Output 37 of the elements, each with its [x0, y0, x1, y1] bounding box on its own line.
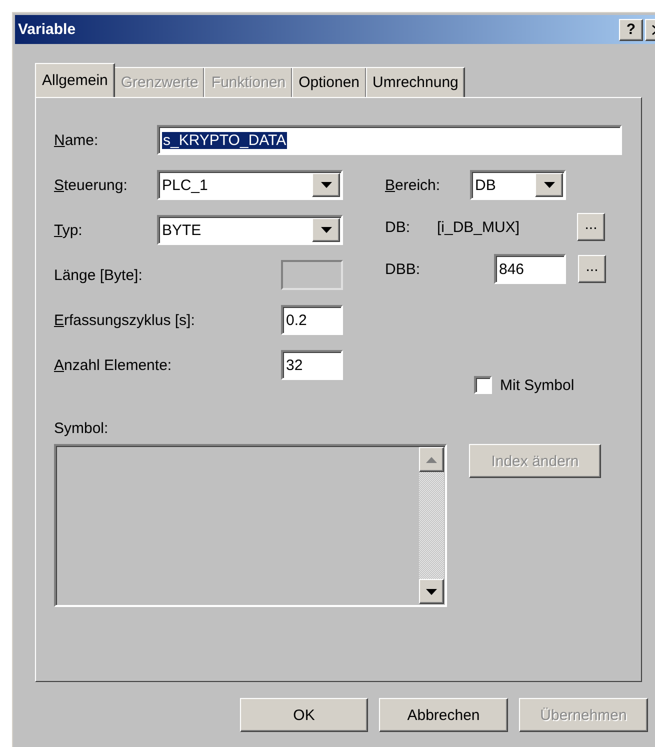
dropdown[interactable]: BYTE — [157, 215, 343, 245]
scroll-up-button[interactable] — [419, 447, 444, 472]
field-label: Bereich: — [385, 176, 442, 194]
field-label: Name: — [54, 132, 100, 148]
checkbox[interactable] — [474, 376, 492, 394]
field-label: Steuerung: — [54, 176, 128, 194]
dropdown[interactable]: DB — [470, 170, 566, 200]
tab[interactable]: Umrechnung — [366, 67, 466, 97]
scrollbar[interactable] — [419, 447, 444, 604]
field-label: DB: — [385, 218, 412, 236]
dropdown[interactable]: PLC_1 — [157, 170, 343, 200]
dropdown-arrow-icon — [544, 182, 554, 188]
window-title: Variable — [18, 21, 76, 38]
field-label: Symbol: — [54, 420, 110, 437]
scroll-down-button[interactable] — [419, 579, 444, 604]
field-label: Erfassungszyklus [s]: — [54, 312, 195, 328]
tab[interactable]: Allgemein — [35, 63, 115, 97]
dialog-button[interactable]: Abbrechen — [379, 698, 508, 732]
input-field[interactable]: 0.2 — [281, 305, 343, 335]
field-label: Länge [Byte]: — [54, 266, 142, 284]
dropdown-arrow-icon — [320, 227, 332, 233]
browse-button[interactable]: ... — [578, 255, 606, 283]
down-arrow-icon — [426, 588, 437, 594]
browse-button[interactable]: ... — [577, 213, 605, 241]
db-value: [i_DB_MUX] — [437, 218, 521, 236]
checkbox-label: Mit Symbol — [500, 376, 574, 394]
field-label: DBB: — [385, 260, 422, 278]
tab[interactable]: Optionen — [292, 67, 367, 97]
input-field[interactable]: 32 — [281, 350, 343, 380]
input-field[interactable]: 846 — [494, 254, 566, 284]
field-label: Typ: — [54, 222, 84, 238]
name-field[interactable]: s_KRYPTO_DATA — [157, 125, 622, 155]
help-button[interactable]: ? — [619, 18, 643, 40]
dialog-button[interactable]: OK — [240, 698, 368, 732]
dropdown-arrow-icon — [320, 182, 332, 188]
field-label: Anzahl Elemente: — [54, 356, 172, 374]
up-arrow-icon — [426, 456, 437, 462]
